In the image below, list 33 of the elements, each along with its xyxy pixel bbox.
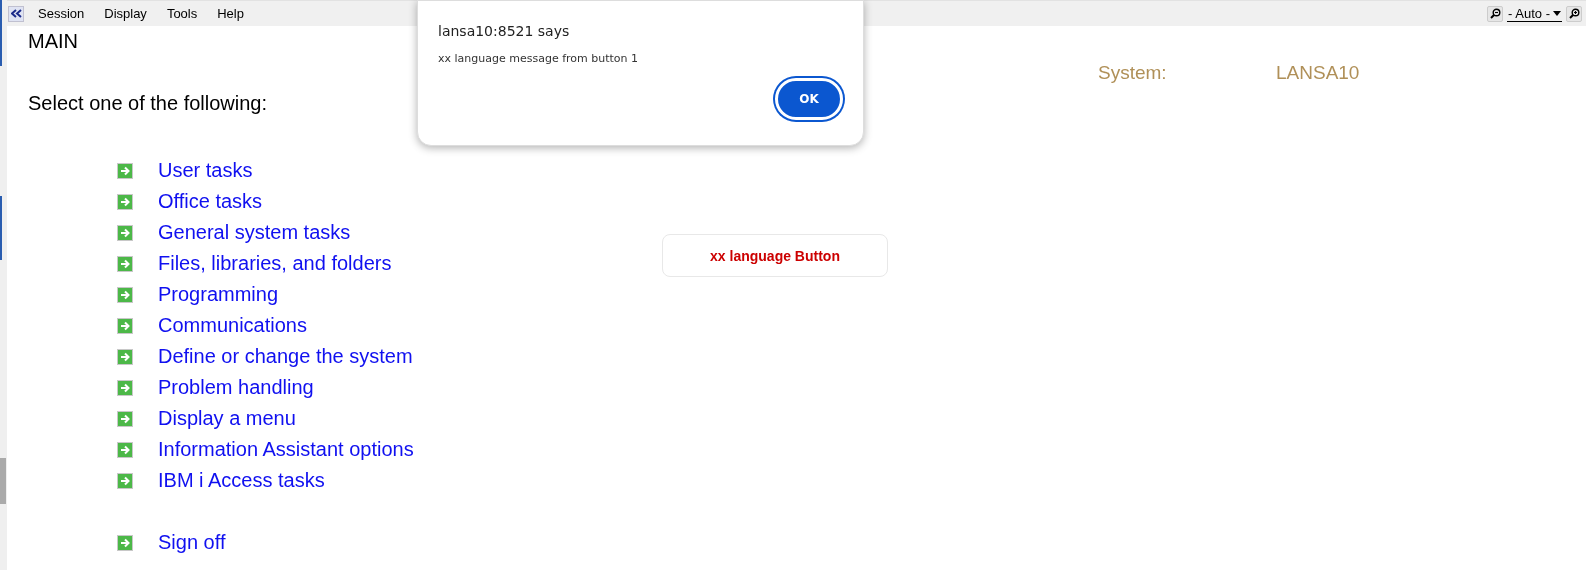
ok-button[interactable]: OK (775, 78, 843, 120)
menu-option-link[interactable]: Define or change the system (158, 345, 413, 368)
menu-item[interactable]: Tools (166, 6, 198, 21)
menu-option-link[interactable]: User tasks (158, 159, 253, 182)
menu-option-link[interactable]: Sign off (158, 531, 226, 554)
zoom-in-button[interactable] (1566, 5, 1582, 22)
system-name: LANSA10 (1276, 62, 1360, 85)
system-label: System: (1098, 62, 1168, 85)
menu-option-link[interactable]: Communications (158, 314, 307, 337)
menu-option-link[interactable]: Display a menu (158, 407, 296, 430)
scrollbar-thumb[interactable] (0, 458, 6, 504)
menu-option-link[interactable]: IBM i Access tasks (158, 469, 325, 492)
menu-option-link[interactable]: Information Assistant options (158, 438, 414, 461)
menu-option-link[interactable]: Programming (158, 283, 279, 306)
zoom-dropdown[interactable]: - Auto - (1507, 5, 1562, 22)
collapse-button[interactable] (8, 5, 24, 22)
menu-option-link[interactable]: Files, libraries, and folders (158, 252, 392, 275)
menu-item[interactable]: Help (217, 6, 244, 21)
caret-icon (1553, 10, 1561, 16)
zoom-in-icon (1568, 8, 1580, 19)
screen-title: MAIN (28, 30, 78, 54)
menu-option-link[interactable]: Office tasks (158, 190, 263, 213)
menu-option-link[interactable]: Problem handling (158, 376, 314, 399)
menu-item[interactable]: Session (38, 6, 85, 21)
language-button[interactable]: xx language Button (662, 234, 888, 277)
zoom-out-icon (1489, 8, 1501, 19)
dialog-title: lansa10:8521 says (438, 23, 570, 39)
menu-item[interactable]: Display (104, 6, 147, 21)
menu-option-link[interactable]: General system tasks (158, 221, 351, 244)
zoom-out-button[interactable] (1487, 5, 1504, 22)
dialog-message: xx language message from button 1 (438, 52, 639, 65)
double-chevron-icon (10, 9, 22, 18)
instruction-text: Select one of the following: (28, 92, 268, 115)
